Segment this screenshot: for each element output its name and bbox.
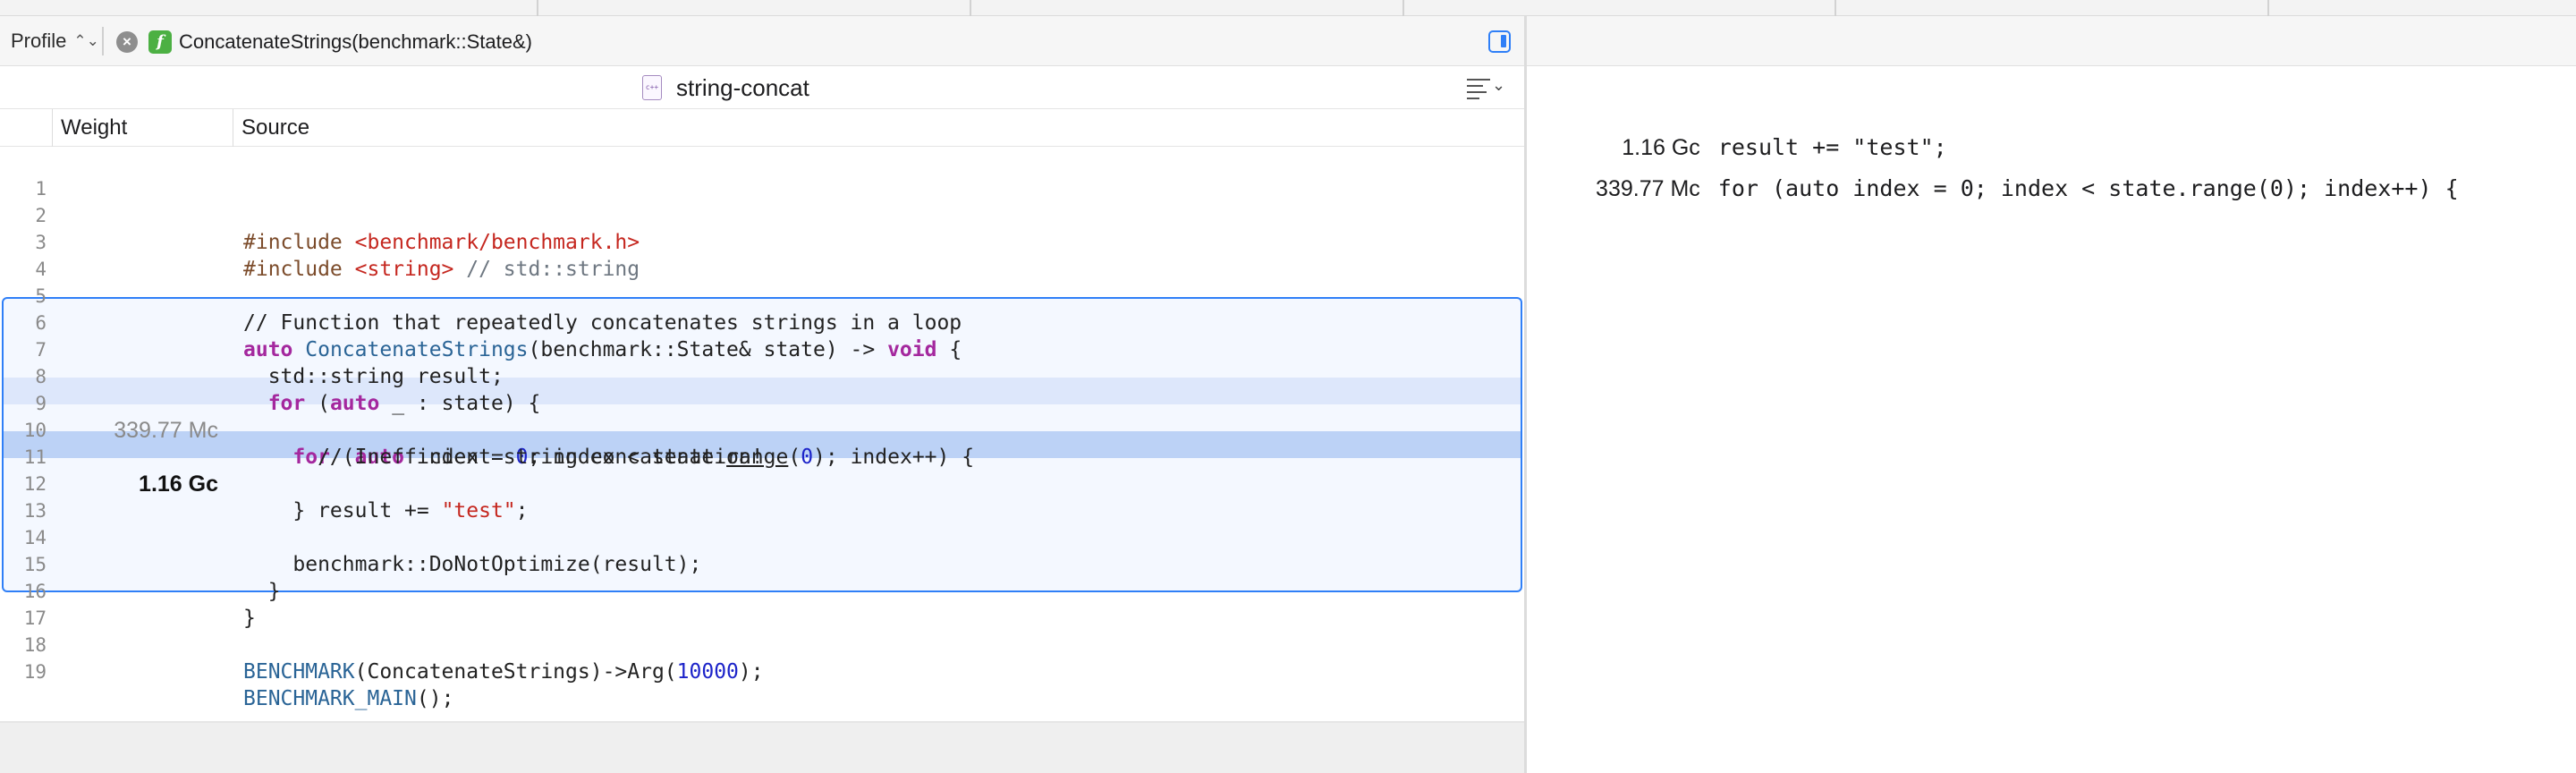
window-top-strip — [0, 0, 2576, 16]
code-line[interactable]: 4 — [0, 229, 1524, 280]
line-source: BENCHMARK_MAIN(); — [243, 687, 454, 710]
hot-line-weight: 339.77 Mc — [1596, 176, 1700, 201]
close-icon[interactable]: × — [116, 31, 138, 53]
column-divider — [52, 109, 53, 147]
code-line[interactable]: 14 benchmark::DoNotOptimize(result); — [0, 497, 1524, 576]
hot-lines-header — [1527, 16, 2576, 66]
function-icon: f — [148, 30, 172, 54]
code-line[interactable]: 13 — [0, 471, 1524, 522]
code-line[interactable]: 2 — [0, 175, 1524, 226]
code-line[interactable]: 17 — [0, 578, 1524, 629]
code-line[interactable]: 18 BENCHMARK(ConcatenateStrings)->Arg(10… — [0, 605, 1524, 684]
code-line[interactable]: 7 std::string result; — [0, 310, 1524, 388]
line-number: 19 — [23, 661, 47, 683]
top-strip-divider — [970, 0, 971, 16]
file-name: string-concat — [676, 74, 809, 101]
code-line[interactable]: 16 } — [0, 551, 1524, 630]
column-header: Weight Source — [0, 109, 1524, 147]
sidebar-toggle-icon[interactable] — [1488, 30, 1511, 53]
code-line[interactable]: 3 #include <string> // std::string — [0, 202, 1524, 281]
line-source: BENCHMARK(ConcatenateStrings)->Arg(10000… — [243, 660, 764, 684]
file-header: c++ string-concat ⌄ — [0, 66, 1524, 109]
code-line[interactable]: 10 // Inefficient string concatenation! — [0, 390, 1524, 469]
profile-label: Profile — [11, 30, 67, 52]
hot-lines-pane: 1.16 Gc result += "test"; 339.77 Mc for (a… — [1527, 16, 2576, 773]
top-strip-divider — [1835, 0, 1836, 16]
cpp-file-icon: c++ — [642, 75, 662, 100]
jump-bar: Profile ⌃⌄ × f ConcatenateStrings(benchm… — [0, 16, 1524, 66]
code-line[interactable]: 11 1.16 Gc result += "test"; — [0, 417, 1524, 522]
breadcrumb-function[interactable]: ConcatenateStrings(benchmark::State&) — [179, 29, 532, 55]
top-strip-divider — [537, 0, 538, 16]
code-line[interactable]: 5 // Function that repeatedly concatenat… — [0, 256, 1524, 335]
source-pane: Profile ⌃⌄ × f ConcatenateStrings(benchm… — [0, 16, 1524, 773]
code-line[interactable]: 6 auto ConcatenateStrings(benchmark::Sta… — [0, 283, 1524, 361]
hot-line-code: for (auto index = 0; index < state.range… — [1717, 175, 2459, 201]
hot-line-entry[interactable]: 1.16 Gc result += "test"; — [1555, 102, 1946, 160]
code-line[interactable]: 15 } — [0, 524, 1524, 603]
code-line[interactable]: 19 BENCHMARK_MAIN(); — [0, 632, 1524, 710]
editor-options-menu-button[interactable]: ⌄ — [1467, 75, 1506, 100]
code-line[interactable]: 1 #include <benchmark/benchmark.h> — [0, 149, 1524, 254]
chevron-down-icon: ⌄ — [1492, 76, 1506, 94]
code-line[interactable]: 9 339.77 Mc for (auto index = 0; index <… — [0, 363, 1524, 469]
source-column-header[interactable]: Source — [242, 115, 309, 140]
hot-line-entry[interactable]: 339.77 Mc for (auto index = 0; index < st… — [1555, 143, 2459, 201]
profile-popup-button[interactable]: Profile ⌃⌄ — [11, 27, 99, 55]
updown-chevron-icon: ⌃⌄ — [73, 32, 99, 49]
lines-icon — [1467, 79, 1490, 104]
top-strip-divider — [1402, 0, 1404, 16]
bottom-bar — [0, 723, 1524, 773]
jump-bar-divider — [102, 27, 104, 55]
code-line[interactable]: 12 } — [0, 444, 1524, 522]
weight-column-header[interactable]: Weight — [61, 115, 127, 140]
code-line[interactable]: 8 for (auto _ : state) { — [0, 336, 1524, 415]
top-strip-divider — [2267, 0, 2269, 16]
